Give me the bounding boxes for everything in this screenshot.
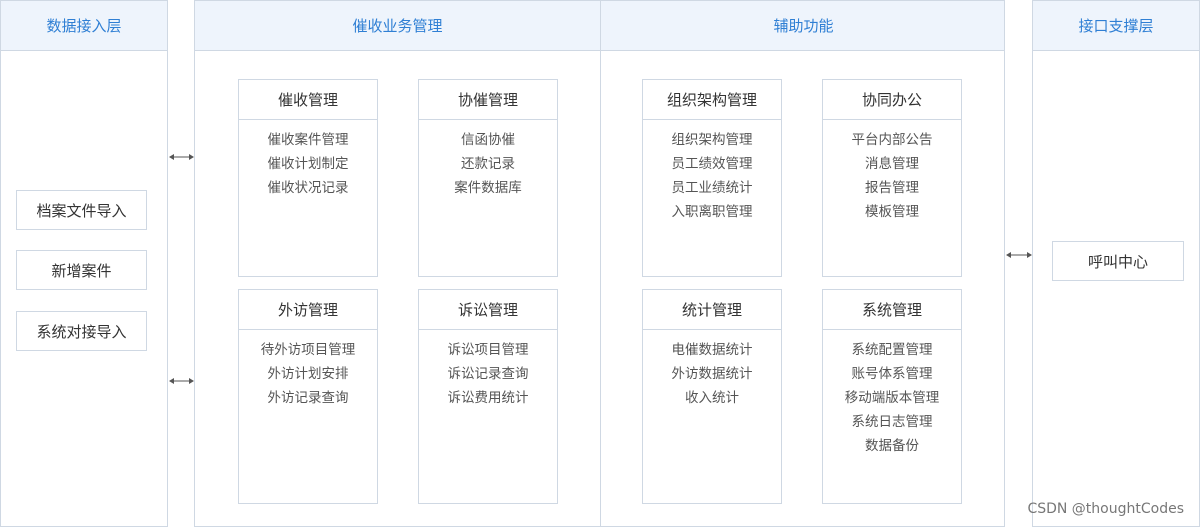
data-layer-item-new-case: 新增案件 [16, 250, 147, 290]
data-layer-panel: 数据接入层 档案文件导入 新增案件 系统对接导入 [0, 0, 168, 527]
module-collection-management: 催收管理 催收案件管理 催收计划制定 催收状况记录 [238, 79, 378, 277]
module-item: 消息管理 [865, 156, 919, 172]
module-title: 协同办公 [823, 80, 961, 120]
module-title: 诉讼管理 [419, 290, 557, 330]
module-item: 入职离职管理 [671, 204, 753, 220]
module-item: 外访计划安排 [267, 366, 349, 382]
module-item: 案件数据库 [454, 180, 522, 196]
module-item: 数据备份 [865, 438, 919, 454]
module-item: 系统日志管理 [851, 414, 933, 430]
module-item: 员工绩效管理 [671, 156, 753, 172]
module-item: 诉讼记录查询 [447, 366, 529, 382]
auxiliary-title: 辅助功能 [773, 17, 834, 35]
module-title: 组织架构管理 [643, 80, 781, 120]
module-item: 还款记录 [461, 156, 515, 172]
bidirectional-arrow-icon [169, 378, 194, 384]
interface-layer-title: 接口支撑层 [1033, 1, 1199, 51]
module-item: 组织架构管理 [671, 132, 753, 148]
module-item: 外访记录查询 [267, 390, 349, 406]
module-item: 员工业绩统计 [671, 180, 753, 196]
module-title: 统计管理 [643, 290, 781, 330]
module-title: 协催管理 [419, 80, 557, 120]
module-item: 移动端版本管理 [844, 390, 940, 406]
center-divider [600, 1, 601, 526]
module-item: 催收案件管理 [267, 132, 349, 148]
data-layer-item-file-import: 档案文件导入 [16, 190, 147, 230]
module-title: 催收管理 [239, 80, 377, 120]
module-item: 模板管理 [865, 204, 919, 220]
module-title: 系统管理 [823, 290, 961, 330]
module-field-visit: 外访管理 待外访项目管理 外访计划安排 外访记录查询 [238, 289, 378, 504]
data-layer-title: 数据接入层 [1, 1, 167, 51]
module-item: 系统配置管理 [851, 342, 933, 358]
watermark-text: CSDN @thoughtCodes [1027, 501, 1184, 517]
module-system-management: 系统管理 系统配置管理 账号体系管理 移动端版本管理 系统日志管理 数据备份 [822, 289, 962, 504]
module-item: 信函协催 [461, 132, 515, 148]
module-item: 诉讼项目管理 [447, 342, 529, 358]
data-layer-item-system-import: 系统对接导入 [16, 311, 147, 351]
module-assist-collection: 协催管理 信函协催 还款记录 案件数据库 [418, 79, 558, 277]
center-panel: 催收业务管理 辅助功能 催收管理 催收案件管理 催收计划制定 催收状况记录 协催… [194, 0, 1005, 527]
module-title: 外访管理 [239, 290, 377, 330]
interface-layer-panel: 接口支撑层 呼叫中心 [1032, 0, 1200, 527]
module-item: 报告管理 [865, 180, 919, 196]
module-statistics: 统计管理 电催数据统计 外访数据统计 收入统计 [642, 289, 782, 504]
business-title: 催收业务管理 [352, 17, 443, 35]
module-item: 账号体系管理 [851, 366, 933, 382]
module-item: 诉讼费用统计 [447, 390, 529, 406]
module-item: 催收状况记录 [267, 180, 349, 196]
module-item: 待外访项目管理 [260, 342, 356, 358]
module-item: 电催数据统计 [671, 342, 753, 358]
module-item: 外访数据统计 [671, 366, 753, 382]
module-item: 催收计划制定 [267, 156, 349, 172]
module-collaboration: 协同办公 平台内部公告 消息管理 报告管理 模板管理 [822, 79, 962, 277]
bidirectional-arrow-icon [1006, 252, 1032, 258]
bidirectional-arrow-icon [169, 154, 194, 160]
module-item: 平台内部公告 [851, 132, 933, 148]
module-litigation: 诉讼管理 诉讼项目管理 诉讼记录查询 诉讼费用统计 [418, 289, 558, 504]
interface-item-call-center: 呼叫中心 [1052, 241, 1184, 281]
module-organization: 组织架构管理 组织架构管理 员工绩效管理 员工业绩统计 入职离职管理 [642, 79, 782, 277]
module-item: 收入统计 [685, 390, 739, 406]
